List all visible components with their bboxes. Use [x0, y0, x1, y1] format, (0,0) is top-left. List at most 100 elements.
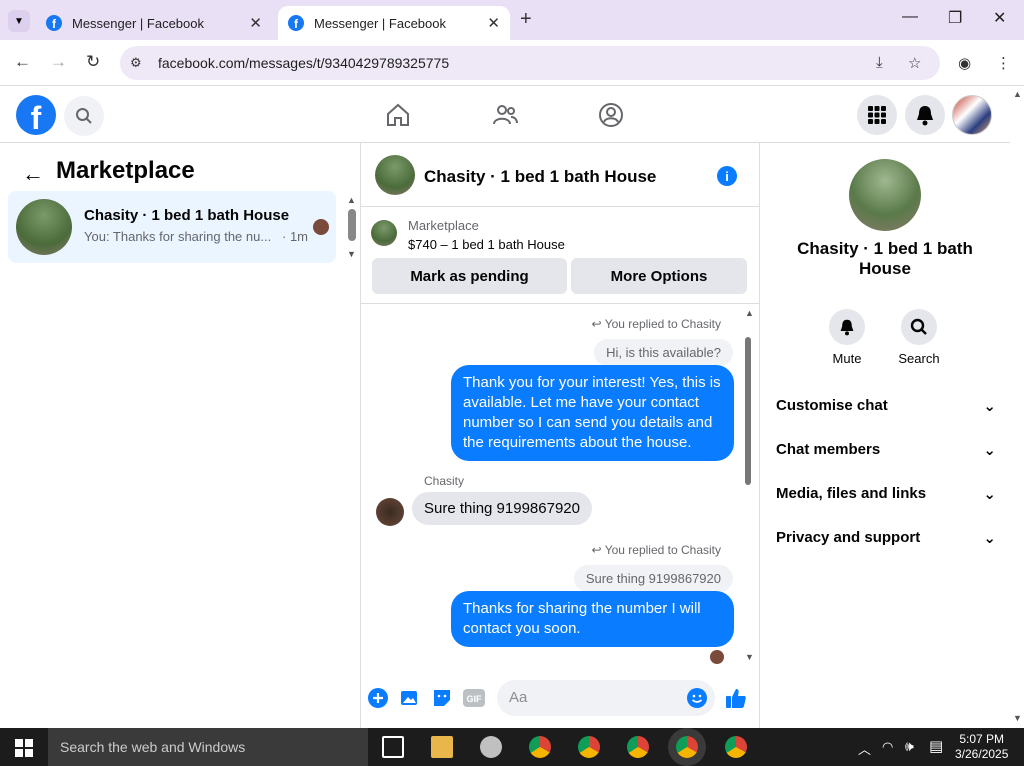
reply-indicator: ↩ You replied to Chasity [592, 543, 721, 557]
snipping-tool-icon[interactable] [480, 736, 502, 758]
conversation-item[interactable]: Chasity · 1 bed 1 bath House You: Thanks… [8, 191, 336, 263]
install-app-icon[interactable]: ⤓ [876, 54, 883, 71]
chrome-profile-icon[interactable] [627, 736, 649, 758]
bookmark-star-icon[interactable]: ☆ [908, 54, 921, 72]
forward-icon[interactable]: → [50, 52, 67, 72]
windows-start-icon[interactable] [15, 739, 33, 757]
outgoing-message[interactable]: Thanks for sharing the number I will con… [451, 591, 734, 647]
file-explorer-icon[interactable] [431, 736, 453, 758]
grid-icon [868, 106, 886, 124]
chrome-profile-icon[interactable] [578, 736, 600, 758]
message-input[interactable]: Aa [497, 680, 715, 716]
scrollbar[interactable] [745, 337, 751, 485]
home-icon[interactable] [384, 101, 412, 129]
conversation-title: Chasity · 1 bed 1 bath House [84, 207, 290, 224]
site-info-icon[interactable]: ⚙ [130, 55, 142, 71]
scroll-up-icon[interactable]: ▲ [745, 308, 754, 318]
mute-button[interactable]: Mute [812, 309, 882, 366]
details-title: Chasity · 1 bed 1 bath House [797, 239, 973, 278]
sticker-icon[interactable] [431, 687, 453, 709]
conversations-panel: ← Marketplace Chasity · 1 bed 1 bath Hou… [0, 143, 360, 728]
maximize-icon[interactable]: ❐ [948, 8, 962, 28]
scroll-up-icon[interactable]: ▲ [1013, 89, 1022, 99]
tab-messenger-2[interactable]: f Messenger | Facebook ✕ [278, 6, 510, 40]
scroll-up-icon[interactable]: ▲ [347, 195, 356, 205]
page-scrollbar[interactable]: ▲ ▼ [1010, 87, 1024, 728]
network-icon[interactable]: ◠ [882, 739, 893, 755]
tray-chevron-icon[interactable]: ︿ [858, 739, 871, 758]
volume-icon[interactable]: 🕪 [905, 738, 914, 755]
photo-icon[interactable] [399, 687, 421, 709]
tab-messenger-1[interactable]: f Messenger | Facebook ✕ [36, 6, 272, 40]
sender-avatar[interactable] [376, 498, 404, 526]
chrome-profile-icon[interactable] [725, 736, 747, 758]
quoted-message[interactable]: Sure thing 9199867920 [573, 565, 733, 592]
section-chat-members[interactable]: Chat members ⌄ [776, 441, 996, 459]
facebook-logo-icon[interactable]: f [16, 95, 56, 135]
facebook-header: f [0, 87, 1010, 143]
task-view-icon[interactable] [382, 736, 404, 758]
section-media-files-links[interactable]: Media, files and links ⌄ [776, 485, 996, 503]
menu-kebab-icon[interactable]: ⋮ [996, 54, 1011, 72]
account-avatar[interactable] [952, 95, 992, 135]
profile-icon[interactable]: ◉ [958, 54, 971, 72]
notifications-button[interactable] [905, 95, 945, 135]
chat-title[interactable]: Chasity · 1 bed 1 bath House [424, 167, 656, 187]
mark-pending-button[interactable]: Mark as pending [372, 258, 567, 294]
reload-icon[interactable]: ↻ [86, 52, 100, 72]
quoted-message[interactable]: Hi, is this available? [594, 339, 733, 366]
plus-icon[interactable] [367, 687, 389, 709]
chat-panel: Chasity · 1 bed 1 bath House i Marketpla… [361, 143, 759, 728]
back-icon[interactable]: ← [14, 52, 31, 72]
reply-text: You replied to Chasity [604, 317, 721, 331]
seen-avatar [313, 219, 329, 235]
listing-banner: Marketplace $740 – 1 bed 1 bath House Ma… [361, 208, 759, 304]
close-tab-icon[interactable]: ✕ [487, 14, 500, 32]
listing-thumbnail[interactable] [371, 220, 397, 246]
listing-thumbnail [16, 199, 72, 255]
scroll-down-icon[interactable]: ▼ [1013, 713, 1022, 723]
sender-name: Chasity [424, 474, 465, 488]
bell-icon [829, 309, 865, 345]
back-arrow-icon[interactable]: ← [22, 161, 44, 187]
scroll-down-icon[interactable]: ▼ [745, 652, 754, 662]
chevron-down-icon: ⌄ [983, 398, 996, 415]
search-conversation-button[interactable]: Search [884, 309, 954, 366]
clock-date: 3/26/2025 [955, 747, 1009, 761]
listing-avatar [849, 159, 921, 231]
outgoing-message[interactable]: Thank you for your interest! Yes, this i… [451, 365, 734, 461]
groups-icon[interactable] [597, 101, 625, 129]
address-bar-row: ← → ↻ facebook.com/messages/t/9340429789… [0, 40, 1024, 86]
more-options-button[interactable]: More Options [571, 258, 747, 294]
close-tab-icon[interactable]: ✕ [249, 14, 262, 32]
close-window-icon[interactable]: ✕ [993, 8, 1006, 28]
gif-icon[interactable]: GIF [463, 687, 485, 709]
info-icon[interactable]: i [717, 166, 737, 186]
incoming-message[interactable]: Sure thing 9199867920 [412, 492, 592, 525]
notification-center-icon[interactable]: ▤ [929, 737, 943, 755]
minimize-icon[interactable]: — [902, 8, 918, 26]
chrome-icon[interactable] [529, 736, 551, 758]
taskbar-clock[interactable]: 5:07 PM 3/26/2025 [955, 732, 1008, 762]
section-privacy-support[interactable]: Privacy and support ⌄ [776, 529, 996, 547]
listing-price-title[interactable]: $740 – 1 bed 1 bath House [408, 237, 565, 252]
scrollbar[interactable] [348, 209, 356, 241]
scroll-down-icon[interactable]: ▼ [347, 249, 356, 259]
chrome-active-icon[interactable] [676, 736, 698, 758]
tab-search-button[interactable]: ▼ [8, 10, 30, 32]
reply-indicator: ↩ You replied to Chasity [592, 317, 721, 331]
details-panel: Chasity · 1 bed 1 bath House Mute Search… [760, 143, 1010, 728]
section-customise-chat[interactable]: Customise chat ⌄ [776, 397, 996, 415]
url-field[interactable]: facebook.com/messages/t/9340429789325775 [120, 46, 940, 80]
emoji-icon[interactable] [686, 687, 708, 709]
menu-grid-button[interactable] [857, 95, 897, 135]
section-label: Chat members [776, 441, 881, 458]
reply-icon: ↩ [591, 317, 605, 331]
friends-icon[interactable] [491, 101, 519, 129]
chevron-down-icon: ⌄ [983, 486, 996, 503]
chat-avatar[interactable] [375, 155, 415, 195]
new-tab-button[interactable]: + [520, 8, 532, 31]
search-button[interactable] [64, 96, 104, 136]
taskbar-search[interactable]: Search the web and Windows [48, 728, 368, 766]
like-thumb-icon[interactable] [725, 687, 747, 709]
